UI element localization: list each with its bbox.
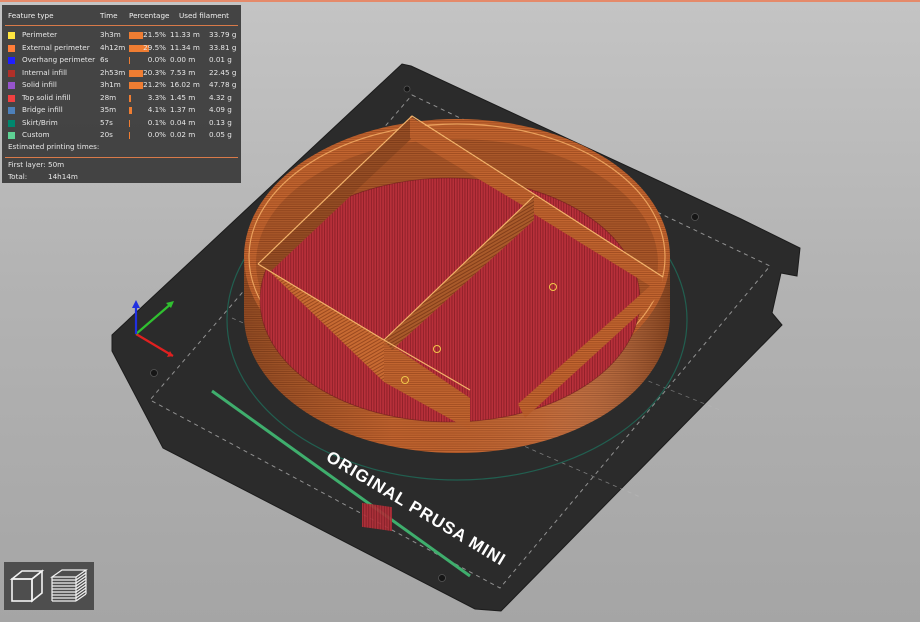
feature-length: 1.45 m xyxy=(170,92,196,102)
feature-time: 2h53m xyxy=(100,67,126,77)
feature-percentage: 4.1% xyxy=(147,105,166,114)
feature-weight: 47.78 g xyxy=(209,80,237,89)
percentage-bar xyxy=(129,132,130,139)
legend-row: Custom 20s 0.0% 0.02 m 0.05 g xyxy=(2,129,241,141)
feature-label: Skirt/Brim xyxy=(22,117,58,127)
3d-view-button[interactable] xyxy=(6,565,46,607)
feature-weight: 0.05 g xyxy=(209,130,232,139)
color-swatch xyxy=(8,32,15,39)
feature-time: 28m xyxy=(100,92,117,102)
color-swatch xyxy=(8,57,15,64)
header-time: Time xyxy=(100,11,118,20)
feature-label: Top solid infill xyxy=(22,92,71,102)
feature-label: Overhang perimeter xyxy=(22,55,96,64)
feature-length: 0.00 m xyxy=(170,55,196,64)
feature-label: Perimeter xyxy=(22,30,58,39)
legend-row: Internal infill 2h53m 20.3% 7.53 m 22.45 g xyxy=(2,67,241,79)
color-swatch xyxy=(8,132,15,139)
legend-row: Top solid infill 28m 3.3% 1.45 m 4.32 g xyxy=(2,92,241,104)
legend-row: Bridge infill 35m 4.1% 1.37 m 4.09 g xyxy=(2,104,241,116)
feature-percentage: 0.0% xyxy=(147,55,166,64)
color-swatch xyxy=(8,44,15,52)
header-used-filament: Used filament xyxy=(179,11,230,20)
color-swatch xyxy=(8,119,15,127)
3d-viewport[interactable]: ORIGINAL PRUSA MINI Feature type Time Pe… xyxy=(0,0,920,622)
layers-icon xyxy=(50,569,88,602)
feature-percentage: 21.5% xyxy=(143,30,166,39)
color-swatch xyxy=(8,69,15,77)
feature-length: 11.33 m xyxy=(170,30,200,39)
percentage-bar xyxy=(129,119,130,127)
feature-time: 6s xyxy=(100,55,109,64)
feature-weight: 4.32 g xyxy=(209,92,232,102)
feature-percentage: 20.3% xyxy=(143,67,166,77)
feature-time: 20s xyxy=(100,130,113,139)
first-layer-value: 50m xyxy=(48,160,65,169)
feature-time: 3h3m xyxy=(100,30,121,39)
feature-weight: 4.09 g xyxy=(209,105,232,114)
feature-time: 3h1m xyxy=(100,80,121,89)
legend-row: External perimeter 4h12m 29.5% 11.34 m 33.81… xyxy=(2,42,241,54)
feature-length: 16.02 m xyxy=(170,80,200,89)
total-label: Total: xyxy=(8,172,28,181)
legend-row: Skirt/Brim 57s 0.1% 0.04 m 0.13 g xyxy=(2,117,241,129)
legend-row: Overhang perimeter 6s 0.0% 0.00 m 0.01 g xyxy=(2,54,241,66)
percentage-bar xyxy=(129,57,130,64)
feature-length: 0.04 m xyxy=(170,117,196,127)
legend-row: Perimeter 3h3m 21.5% 11.33 m 33.79 g xyxy=(2,29,241,41)
layers-view-button[interactable] xyxy=(50,565,90,607)
feature-label: Bridge infill xyxy=(22,105,63,114)
feature-weight: 22.45 g xyxy=(209,67,237,77)
feature-label: Internal infill xyxy=(22,67,68,77)
legend-panel: Feature type Time Percentage Used filame… xyxy=(2,5,241,183)
estimated-times-title: Estimated printing times: xyxy=(8,142,100,151)
feature-label: Solid infill xyxy=(22,80,57,89)
total-value: 14h14m xyxy=(48,172,78,181)
cube-icon xyxy=(9,569,45,603)
header-divider xyxy=(5,25,238,26)
feature-percentage: 3.3% xyxy=(147,92,166,102)
header-percentage: Percentage xyxy=(129,11,170,20)
feature-length: 0.02 m xyxy=(170,130,196,139)
feature-label: Custom xyxy=(22,130,50,139)
feature-time: 4h12m xyxy=(100,42,126,52)
footer-divider xyxy=(5,157,238,158)
feature-percentage: 29.5% xyxy=(143,42,166,52)
feature-time: 35m xyxy=(100,105,117,114)
feature-percentage: 0.0% xyxy=(147,130,166,139)
color-swatch xyxy=(8,107,15,114)
legend-row: Solid infill 3h1m 21.2% 16.02 m 47.78 g xyxy=(2,79,241,91)
color-swatch xyxy=(8,94,15,102)
feature-weight: 33.81 g xyxy=(209,42,237,52)
header-feature-type: Feature type xyxy=(8,11,54,20)
feature-label: External perimeter xyxy=(22,42,90,52)
feature-length: 11.34 m xyxy=(170,42,200,52)
view-toolbar xyxy=(4,562,94,610)
feature-weight: 33.79 g xyxy=(209,30,237,39)
color-swatch xyxy=(8,82,15,89)
feature-percentage: 21.2% xyxy=(143,80,166,89)
feature-length: 1.37 m xyxy=(170,105,196,114)
feature-weight: 0.13 g xyxy=(209,117,232,127)
feature-percentage: 0.1% xyxy=(147,117,166,127)
feature-length: 7.53 m xyxy=(170,67,196,77)
feature-weight: 0.01 g xyxy=(209,55,232,64)
percentage-bar xyxy=(129,94,132,102)
first-layer-label: First layer: xyxy=(8,160,46,169)
feature-time: 57s xyxy=(100,117,113,127)
